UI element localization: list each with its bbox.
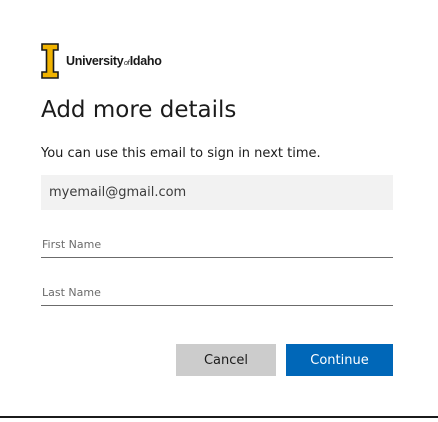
cancel-button[interactable]: Cancel: [176, 344, 276, 376]
add-details-card: UniversityofIdaho Add more details You c…: [0, 0, 438, 422]
wordmark-of: of: [123, 60, 130, 67]
wordmark-part2: Idaho: [129, 54, 162, 68]
page-title: Add more details: [41, 97, 237, 123]
bottom-divider: [0, 416, 438, 418]
university-logo: UniversityofIdaho: [41, 43, 162, 79]
university-i-logo-icon: [41, 43, 59, 79]
first-name-input[interactable]: [41, 232, 393, 258]
email-display: myemail@gmail.com: [41, 175, 393, 210]
continue-button[interactable]: Continue: [286, 344, 393, 376]
wordmark-part1: University: [66, 54, 124, 68]
university-wordmark: UniversityofIdaho: [66, 54, 162, 68]
page-description: You can use this email to sign in next t…: [41, 146, 321, 161]
last-name-input[interactable]: [41, 280, 393, 306]
